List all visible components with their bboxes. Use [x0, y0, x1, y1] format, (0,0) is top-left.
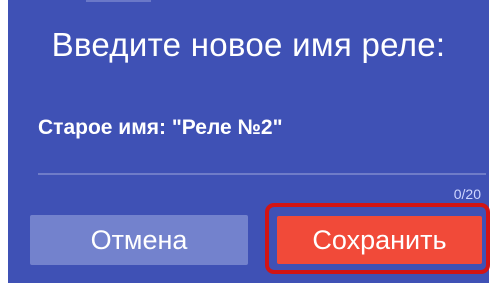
cancel-button[interactable]: Отмена — [30, 215, 248, 265]
character-counter: 0/20 — [453, 186, 481, 202]
old-name-label: Старое имя: "Реле №2" — [38, 116, 283, 139]
rename-relay-dialog: Введите новое имя реле: Старое имя: "Рел… — [8, 0, 490, 283]
name-input-underline[interactable] — [38, 173, 486, 175]
dialog-title: Введите новое имя реле: — [51, 26, 446, 63]
top-edge-indicator — [86, 0, 151, 2]
save-button[interactable]: Сохранить — [277, 216, 482, 264]
